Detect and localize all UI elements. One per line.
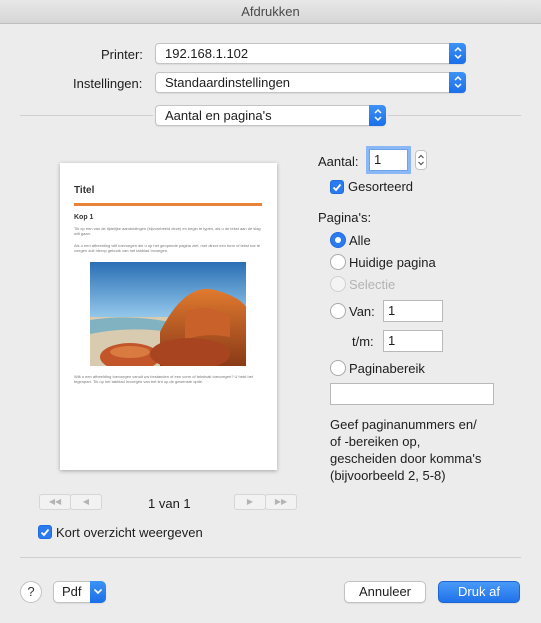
pages-range-field[interactable] [330,383,494,405]
section-value: Aantal en pagina's [165,108,272,123]
cancel-button[interactable]: Annuleer [344,581,426,603]
pages-range-hint: Geef paginanummers en/ of -bereiken op, … [330,417,482,483]
printer-value: 192.168.1.102 [165,46,249,61]
pages-from-value: 1 [388,303,396,318]
preview-paragraph: Wilt u een afbeelding toevoegen vanuit u… [74,374,254,384]
show-summary-label: Kort overzicht weergeven [56,525,203,540]
last-page-button[interactable]: ▶▶ [265,494,297,510]
pages-to-label: t/m: [352,334,374,349]
pages-current-label: Huidige pagina [349,255,436,270]
window-titlebar: Afdrukken [0,0,541,24]
show-summary-checkbox[interactable] [38,525,52,539]
pages-from-label: Van: [349,304,375,319]
pages-from-radio[interactable] [330,303,346,319]
pages-selection-label: Selectie [349,277,396,292]
print-preview: Titel Kop 1 Tik op een van de tijdelijke… [60,163,277,470]
pages-from-field[interactable]: 1 [383,300,443,322]
page-indicator: 1 van 1 [148,496,191,511]
pages-selection-radio [330,276,346,292]
preview-paragraph: Tik op een van de tijdelijke aanduidinge… [74,226,261,236]
pages-label: Pagina's: [318,210,372,225]
print-button[interactable]: Druk af [438,581,520,603]
footer-divider [20,557,521,558]
pdf-label: Pdf [62,584,82,599]
settings-label: Instellingen: [73,76,143,91]
preview-paragraph: Als u een afbeelding wilt toevoegen die … [74,243,261,253]
divider-left [20,115,153,116]
double-right-icon: ▶▶ [274,497,288,506]
preview-title-rule [74,203,262,206]
preview-heading: Kop 1 [74,214,94,221]
preview-doc-title: Titel [74,185,95,196]
next-page-button[interactable]: ▶ [234,494,266,510]
pages-all-label: Alle [349,233,371,248]
pages-to-value: 1 [388,333,396,348]
window-title: Afdrukken [241,4,300,19]
divider-right [388,115,521,116]
previous-page-button[interactable]: ◀ [70,494,102,510]
checkmark-icon [40,528,50,537]
checkmark-icon [332,183,342,192]
pages-range-label: Paginabereik [349,361,425,376]
settings-select[interactable]: Standaardinstellingen [155,72,466,93]
pdf-menu-button[interactable]: Pdf [53,581,106,603]
collated-checkbox[interactable] [330,180,344,194]
chevron-updown-icon [449,72,466,93]
collated-label: Gesorteerd [348,179,414,194]
pages-current-radio[interactable] [330,254,346,270]
chevron-updown-icon [369,105,386,126]
pages-range-radio[interactable] [330,360,346,376]
section-select[interactable]: Aantal en pagina's [155,105,386,126]
help-button[interactable]: ? [20,581,42,603]
copies-label: Aantal: [318,154,359,169]
pages-to-field[interactable]: 1 [383,330,443,352]
right-icon: ▶ [246,497,254,506]
printer-label: Printer: [101,47,143,62]
stepper-arrows-icon [418,154,424,166]
pages-all-radio[interactable] [330,232,346,248]
first-page-button[interactable]: ◀◀ [39,494,71,510]
print-label: Druk af [458,584,500,599]
printer-select[interactable]: 192.168.1.102 [155,43,466,64]
cancel-label: Annuleer [358,584,412,599]
preview-image [90,262,246,366]
double-left-icon: ◀◀ [48,497,62,506]
help-icon: ? [27,584,35,599]
copies-field[interactable]: 1 [369,149,408,171]
copies-value: 1 [374,152,382,167]
left-icon: ◀ [82,497,90,506]
settings-value: Standaardinstellingen [165,75,291,90]
copies-stepper[interactable] [415,150,427,170]
chevron-updown-icon [449,43,466,64]
chevron-down-icon [90,581,106,603]
